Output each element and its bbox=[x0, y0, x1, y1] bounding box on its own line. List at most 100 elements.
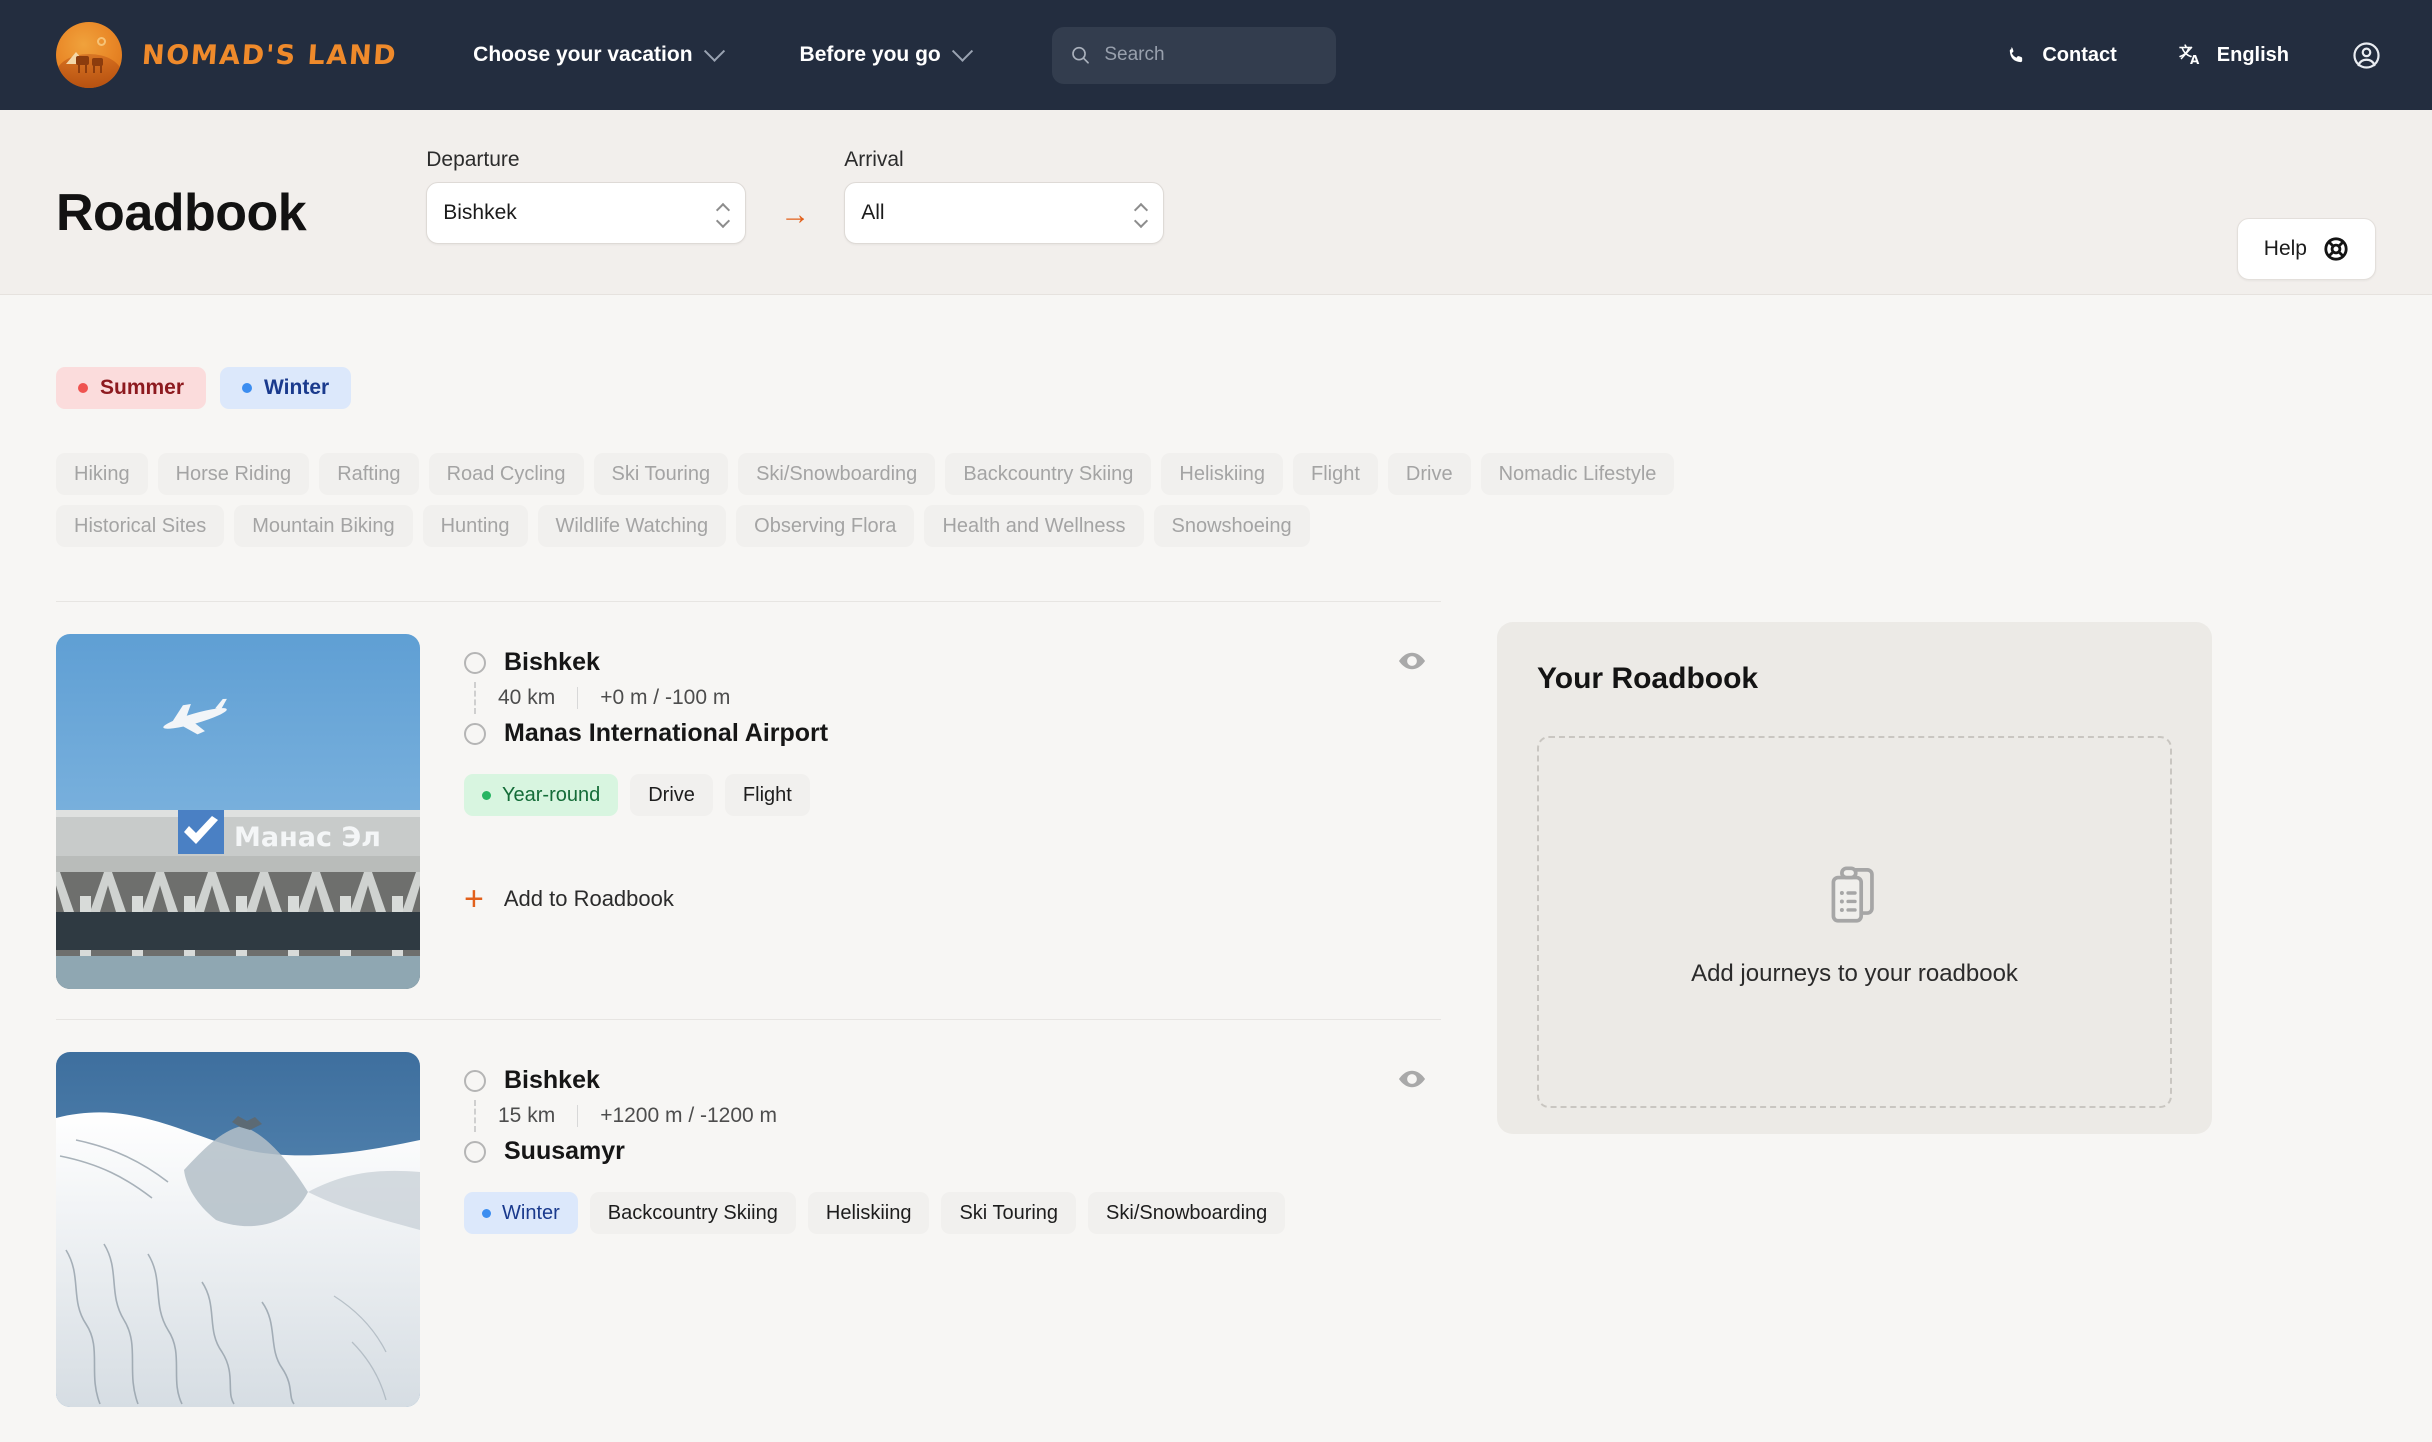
arrival-label: Arrival bbox=[844, 148, 904, 171]
journey-tag-ski-snowboarding[interactable]: Ski/Snowboarding bbox=[1088, 1192, 1286, 1234]
metric-separator bbox=[577, 1105, 579, 1127]
nav-item-label: Before you go bbox=[799, 43, 941, 66]
arrival-value: All bbox=[861, 201, 885, 224]
journey-tag-label: Winter bbox=[502, 1201, 560, 1224]
season-filter-label: Winter bbox=[264, 376, 330, 399]
help-button[interactable]: Help bbox=[2236, 218, 2376, 280]
route-arrow-icon: → bbox=[780, 198, 811, 231]
journey-tag-ski-touring[interactable]: Ski Touring bbox=[941, 1192, 1077, 1234]
journey-card: Манас Эл Bishkek 40 km +0 m / -100 m Man… bbox=[56, 602, 1441, 989]
contact-link[interactable]: Contact bbox=[2005, 43, 2117, 67]
journey-leg-metrics: 15 km +1200 m / -1200 m bbox=[464, 1100, 1441, 1132]
activity-filter-historical-sites[interactable]: Historical Sites bbox=[56, 505, 225, 547]
activity-filter-drive[interactable]: Drive bbox=[1387, 453, 1471, 495]
user-circle-icon bbox=[2353, 41, 2380, 69]
activity-filter-heliskiing[interactable]: Heliskiing bbox=[1161, 453, 1283, 495]
journey-tag-flight[interactable]: Flight bbox=[724, 774, 810, 816]
lifebuoy-icon bbox=[2324, 237, 2348, 261]
roadbook-empty-label: Add journeys to your roadbook bbox=[1691, 960, 2018, 987]
activity-filter-snowshoeing[interactable]: Snowshoeing bbox=[1153, 505, 1310, 547]
translate-icon: 文 A bbox=[2179, 44, 2200, 67]
journey-details: Bishkek 15 km +1200 m / -1200 m Suusamyr bbox=[464, 1052, 1441, 1407]
journey-destination: Suusamyr bbox=[464, 1137, 1441, 1166]
chevron-up-down-icon bbox=[1135, 204, 1146, 222]
season-filter-summer[interactable]: Summer bbox=[56, 367, 207, 409]
journey-tag-year-round[interactable]: Year-round bbox=[464, 774, 619, 816]
season-filter-winter[interactable]: Winter bbox=[220, 367, 352, 409]
stop-marker-icon bbox=[464, 722, 486, 745]
account-button[interactable] bbox=[2351, 40, 2382, 71]
journey-destination: Manas International Airport bbox=[464, 719, 1441, 748]
clipboard-list-icon bbox=[1831, 866, 1874, 923]
season-filter-group: Summer Winter bbox=[56, 367, 2376, 409]
departure-select[interactable]: Bishkek bbox=[426, 182, 747, 244]
leg-connector-line bbox=[474, 682, 476, 714]
primary-nav: Choose your vacation Before you go bbox=[473, 40, 973, 67]
activity-filter-health-and-wellness[interactable]: Health and Wellness bbox=[924, 505, 1144, 547]
add-to-roadbook-button[interactable]: + Add to Roadbook bbox=[464, 882, 1441, 916]
snowy-mountain-photo bbox=[56, 1052, 420, 1407]
contact-label: Contact bbox=[2042, 43, 2117, 66]
phone-icon bbox=[2010, 46, 2023, 62]
stop-marker-icon bbox=[464, 1140, 486, 1163]
journey-origin-label: Bishkek bbox=[504, 648, 600, 676]
journey-tag-winter[interactable]: Winter bbox=[464, 1192, 578, 1234]
arrival-select[interactable]: All bbox=[844, 182, 1165, 244]
nomads-land-logo-icon bbox=[56, 22, 122, 88]
journey-destination-label: Manas International Airport bbox=[504, 719, 829, 747]
activity-filter-road-cycling[interactable]: Road Cycling bbox=[428, 453, 584, 495]
activity-filter-ski-snowboarding[interactable]: Ski/Snowboarding bbox=[738, 453, 936, 495]
journey-thumbnail-suusamyr[interactable] bbox=[56, 1052, 420, 1407]
metric-separator bbox=[577, 687, 579, 709]
activity-filter-nomadic-lifestyle[interactable]: Nomadic Lifestyle bbox=[1480, 453, 1675, 495]
nav-item-choose-your-vacation[interactable]: Choose your vacation bbox=[473, 40, 725, 67]
page-header: Roadbook Departure Bishkek → Arrival All… bbox=[0, 110, 2432, 295]
language-selector[interactable]: 文 A English bbox=[2179, 43, 2289, 68]
activity-filter-ski-touring[interactable]: Ski Touring bbox=[593, 453, 729, 495]
departure-value: Bishkek bbox=[443, 201, 517, 224]
nav-item-before-you-go[interactable]: Before you go bbox=[799, 40, 973, 67]
season-dot-icon bbox=[78, 383, 88, 393]
stop-marker-icon bbox=[464, 651, 486, 674]
journey-tag-heliskiing[interactable]: Heliskiing bbox=[807, 1192, 930, 1234]
journey-list: Манас Эл Bishkek 40 km +0 m / -100 m Man… bbox=[56, 602, 1441, 1407]
journey-tags: Year-round Drive Flight bbox=[464, 774, 1414, 816]
brand-name: NOMAD'S LAND bbox=[140, 39, 399, 71]
journey-distance: 40 km bbox=[498, 686, 556, 709]
svg-text:A: A bbox=[2190, 53, 2200, 67]
activity-filter-group: Hiking Horse Riding Rafting Road Cycling… bbox=[56, 453, 2376, 547]
activity-filter-hunting[interactable]: Hunting bbox=[422, 505, 528, 547]
leg-connector-line bbox=[474, 1100, 476, 1132]
chevron-up-down-icon bbox=[717, 204, 728, 222]
route-pickers: Departure Bishkek → Arrival All bbox=[426, 148, 1165, 244]
journey-tag-backcountry-skiing[interactable]: Backcountry Skiing bbox=[589, 1192, 796, 1234]
activity-filter-mountain-biking[interactable]: Mountain Biking bbox=[234, 505, 413, 547]
activity-filter-observing-flora[interactable]: Observing Flora bbox=[736, 505, 915, 547]
activity-filter-horse-riding[interactable]: Horse Riding bbox=[157, 453, 310, 495]
search-input[interactable] bbox=[1104, 44, 1318, 66]
activity-filter-hiking[interactable]: Hiking bbox=[56, 453, 148, 495]
brand-logo-link[interactable]: NOMAD'S LAND bbox=[56, 22, 399, 88]
nav-actions: Contact 文 A English bbox=[2005, 40, 2396, 71]
activity-filter-backcountry-skiing[interactable]: Backcountry Skiing bbox=[945, 453, 1152, 495]
activity-filter-rafting[interactable]: Rafting bbox=[319, 453, 419, 495]
journey-destination-label: Suusamyr bbox=[504, 1137, 625, 1165]
add-to-roadbook-label: Add to Roadbook bbox=[503, 886, 674, 911]
journey-tag-drive[interactable]: Drive bbox=[630, 774, 713, 816]
journey-elevation: +1200 m / -1200 m bbox=[600, 1104, 778, 1127]
season-dot-icon bbox=[482, 790, 491, 800]
search-box[interactable] bbox=[1051, 26, 1336, 84]
search-icon bbox=[1071, 46, 1089, 64]
page-content: Summer Winter Hiking Horse Riding Raftin… bbox=[0, 367, 2432, 1407]
journey-thumbnail-manas-airport[interactable]: Манас Эл bbox=[56, 634, 420, 989]
language-label: English bbox=[2216, 43, 2289, 66]
activity-filter-wildlife-watching[interactable]: Wildlife Watching bbox=[537, 505, 727, 547]
chevron-down-icon bbox=[951, 40, 973, 62]
activity-filter-flight[interactable]: Flight bbox=[1292, 453, 1378, 495]
journey-leg-metrics: 40 km +0 m / -100 m bbox=[464, 682, 1441, 714]
top-navigation-bar: NOMAD'S LAND Choose your vacation Before… bbox=[0, 0, 2432, 110]
departure-field: Departure Bishkek bbox=[426, 148, 747, 244]
roadbook-dropzone[interactable]: Add journeys to your roadbook bbox=[1537, 736, 2172, 1108]
journey-origin-label: Bishkek bbox=[504, 1066, 600, 1094]
chevron-down-icon bbox=[703, 40, 725, 62]
